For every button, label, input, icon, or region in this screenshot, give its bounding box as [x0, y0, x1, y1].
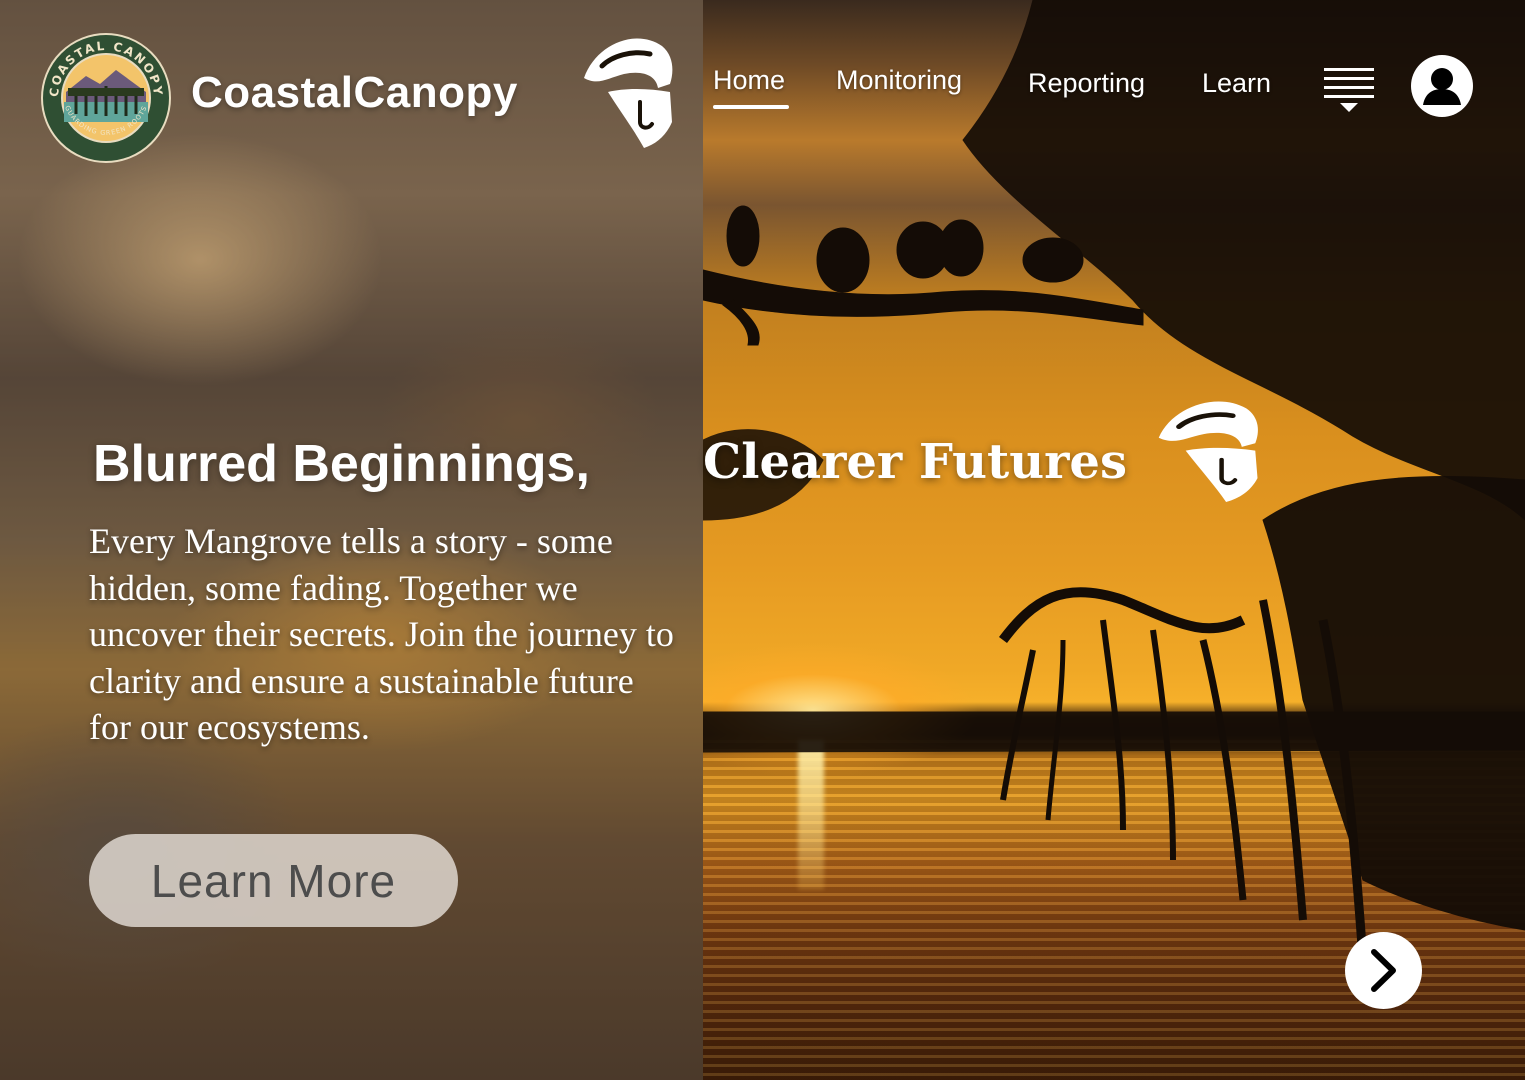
- user-silhouette-icon: [1423, 68, 1461, 105]
- mask-logo-icon: [584, 38, 673, 148]
- user-profile-icon[interactable]: [1411, 55, 1473, 117]
- mangrove-tree-silhouette: [703, 0, 1525, 961]
- next-slide-button[interactable]: [1345, 932, 1422, 1009]
- hero-title-left: Blurred Beginnings,: [93, 435, 590, 493]
- coastal-canopy-logo-badge[interactable]: COASTAL CANOPY GUARDING GREEN ROOTS: [40, 32, 172, 164]
- hero-description: Every Mangrove tells a story - some hidd…: [89, 521, 674, 747]
- brand-name[interactable]: CoastalCanopy: [191, 68, 518, 118]
- nav-item-home[interactable]: Home: [713, 65, 790, 109]
- chevron-right-icon: [1371, 949, 1396, 992]
- nav-item-monitoring[interactable]: Monitoring: [836, 65, 962, 96]
- nav-item-learn[interactable]: Learn: [1202, 68, 1271, 99]
- mask-logo-icon: [1158, 401, 1258, 502]
- nav-item-reporting[interactable]: Reporting: [1028, 68, 1145, 99]
- hero-title-right: Clearer Futures: [703, 434, 1127, 490]
- hamburger-menu-icon[interactable]: [1322, 67, 1376, 113]
- learn-more-button[interactable]: Learn More: [89, 834, 458, 927]
